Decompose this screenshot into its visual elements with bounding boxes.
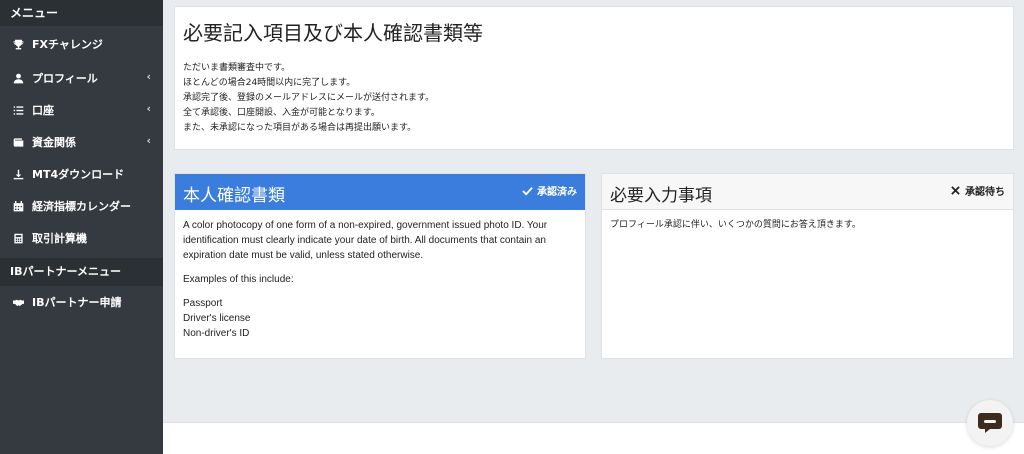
example-item: Non-driver's ID: [183, 328, 250, 339]
notice-line: ほとんどの場合24時間以内に完了します。: [183, 78, 356, 88]
sidebar-item-profile[interactable]: プロフィール ‹: [0, 62, 163, 94]
identity-card-body: A color photocopy of one form of a non-e…: [175, 210, 585, 341]
main-content: 必要記入項目及び本人確認書類等 ただいま書類審査中です。 ほとんどの場合24時間…: [163, 0, 1024, 454]
notice-line: ただいま書類審査中です。: [183, 63, 291, 73]
sidebar: メニュー FXチャレンジ プロフィール ‹ 口座 ‹ 資金関係 ‹ MT4ダウン…: [0, 0, 163, 454]
sidebar-item-label: 資金関係: [32, 136, 76, 149]
sidebar-item-fx-challenge[interactable]: FXチャレンジ: [0, 26, 163, 62]
sidebar-item-mt4-download[interactable]: MT4ダウンロード: [0, 158, 163, 190]
required-card-title: 必要入力事項: [610, 186, 712, 206]
required-card-body: プロフィール承認に伴い、いくつかの質問にお答え頂きます。: [602, 210, 1013, 240]
required-description: プロフィール承認に伴い、いくつかの質問にお答え頂きます。: [610, 220, 861, 230]
list-icon: [10, 103, 26, 117]
sidebar-item-economic-calendar[interactable]: 経済指標カレンダー: [0, 190, 163, 222]
page-title: 必要記入項目及び本人確認書類等: [183, 21, 483, 45]
required-fields-card: 必要入力事項 承認待ち プロフィール承認に伴い、いくつかの質問にお答え頂きます。: [601, 173, 1014, 359]
status-text: 承認待ち: [965, 187, 1005, 198]
sidebar-item-label: 口座: [32, 104, 54, 117]
download-icon: [10, 167, 26, 181]
close-icon: [951, 186, 960, 195]
sidebar-item-trade-calculator[interactable]: 取引計算機: [0, 222, 163, 254]
sidebar-item-label: 経済指標カレンダー: [32, 200, 131, 213]
status-badge: 承認待ち: [951, 183, 1005, 198]
chevron-left-icon: ‹: [146, 134, 151, 147]
handshake-icon: [10, 295, 26, 309]
check-icon: [522, 186, 533, 196]
sidebar-item-ib-application[interactable]: IBパートナー申請: [0, 286, 163, 318]
chevron-left-icon: ‹: [146, 70, 151, 83]
identity-documents-card: 本人確認書類 承認済み A color photocopy of one for…: [174, 173, 586, 359]
chat-icon: [978, 413, 1002, 433]
sidebar-item-accounts[interactable]: 口座 ‹: [0, 94, 163, 126]
example-item: Passport: [183, 298, 223, 309]
identity-card-title: 本人確認書類: [183, 186, 285, 206]
status-badge: 承認済み: [522, 183, 577, 198]
sidebar-item-label: 取引計算機: [32, 232, 87, 245]
notice-text: ただいま書類審査中です。 ほとんどの場合24時間以内に完了します。 承認完了後、…: [183, 61, 434, 136]
sidebar-item-label: プロフィール: [32, 72, 98, 85]
identity-description: A color photocopy of one form of a non-e…: [183, 220, 548, 261]
example-item: Driver's license: [183, 313, 251, 324]
sidebar-item-label: IBパートナー申請: [32, 296, 122, 309]
chevron-left-icon: ‹: [146, 102, 151, 115]
sidebar-ib-header: IBパートナーメニュー: [0, 258, 163, 286]
sidebar-item-label: FXチャレンジ: [32, 38, 103, 51]
required-card-header[interactable]: 必要入力事項 承認待ち: [602, 174, 1013, 210]
footer: [163, 422, 1024, 454]
sidebar-menu-header: メニュー: [0, 0, 163, 26]
notice-line: また、未承認になった項目がある場合は再提出願います。: [183, 123, 417, 133]
trophy-icon: [10, 37, 26, 51]
examples-heading: Examples of this include:: [183, 274, 294, 285]
calculator-icon: [10, 231, 26, 245]
status-text: 承認済み: [537, 187, 577, 198]
user-icon: [10, 71, 26, 85]
sidebar-item-label: MT4ダウンロード: [32, 168, 125, 181]
notice-card: 必要記入項目及び本人確認書類等 ただいま書類審査中です。 ほとんどの場合24時間…: [174, 6, 1014, 150]
wallet-icon: [10, 135, 26, 149]
notice-line: 承認完了後、登録のメールアドレスにメールが送付されます。: [183, 93, 435, 103]
identity-card-header[interactable]: 本人確認書類 承認済み: [175, 174, 585, 210]
calendar-icon: [10, 199, 26, 213]
chat-button[interactable]: [967, 400, 1013, 446]
sidebar-item-funds[interactable]: 資金関係 ‹: [0, 126, 163, 158]
notice-line: 全て承認後、口座開設、入金が可能となります。: [183, 108, 380, 118]
